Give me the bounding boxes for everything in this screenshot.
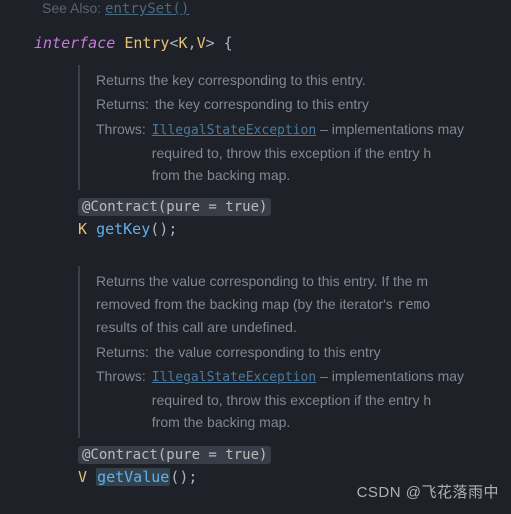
- code-editor: See Also: entrySet() interface Entry<K,V…: [0, 0, 511, 486]
- returns-text: the value corresponding to this entry: [155, 341, 511, 363]
- returns-label: Returns:: [96, 341, 149, 363]
- generic-open: <: [169, 34, 178, 52]
- javadoc-getvalue: Returns the value corresponding to this …: [78, 266, 511, 437]
- contract-annotation: @Contract(pure = true): [78, 446, 271, 464]
- method-name[interactable]: getKey: [96, 220, 150, 238]
- open-brace: {: [224, 34, 233, 52]
- doc-returns: Returns: the key corresponding to this e…: [96, 93, 511, 115]
- see-also-link[interactable]: entrySet(): [105, 1, 189, 17]
- type-param-k: K: [179, 34, 188, 52]
- parens: (): [170, 468, 188, 486]
- return-type: V: [78, 468, 87, 486]
- see-also-line: See Also: entrySet(): [22, 0, 511, 25]
- see-also-label: See Also:: [42, 0, 101, 16]
- annotation-line: @Contract(pure = true): [78, 198, 511, 216]
- throws-text: required to, throw this exception if the…: [152, 392, 431, 408]
- watermark: CSDN @飞花落雨中: [357, 481, 499, 502]
- spacer: [22, 238, 511, 258]
- inline-code: remo: [397, 297, 431, 313]
- semicolon: ;: [168, 220, 177, 238]
- doc-throws: Throws: IllegalStateException – implemen…: [96, 365, 511, 434]
- doc-text: removed from the backing map (by the ite…: [96, 296, 397, 312]
- method-name[interactable]: getValue: [96, 468, 170, 486]
- keyword-interface: interface: [34, 34, 115, 52]
- parens: (): [150, 220, 168, 238]
- javadoc-getkey: Returns the key corresponding to this en…: [78, 65, 511, 190]
- comma: ,: [188, 34, 197, 52]
- doc-throws: Throws: IllegalStateException – implemen…: [96, 118, 511, 187]
- throws-text: from the backing map.: [152, 414, 291, 430]
- doc-summary: removed from the backing map (by the ite…: [96, 293, 511, 316]
- generic-close: >: [206, 34, 215, 52]
- method-getkey: K getKey();: [78, 220, 511, 238]
- exception-link[interactable]: IllegalStateException: [152, 123, 316, 138]
- throws-text: – implementations may: [316, 368, 464, 384]
- throws-label: Throws:: [96, 118, 146, 140]
- throws-value: IllegalStateException – implementations …: [152, 118, 511, 187]
- doc-summary: Returns the key corresponding to this en…: [96, 69, 511, 91]
- annotation-line: @Contract(pure = true): [78, 446, 511, 464]
- doc-summary: Returns the value corresponding to this …: [96, 270, 511, 292]
- type-entry: Entry: [124, 34, 169, 52]
- type-param-v: V: [197, 34, 206, 52]
- throws-label: Throws:: [96, 365, 146, 387]
- throws-text: required to, throw this exception if the…: [152, 145, 431, 161]
- contract-annotation: @Contract(pure = true): [78, 198, 271, 216]
- returns-text: the key corresponding to this entry: [155, 93, 511, 115]
- interface-declaration: interface Entry<K,V> {: [22, 29, 511, 57]
- doc-summary: results of this call are undefined.: [96, 316, 511, 338]
- semicolon: ;: [188, 468, 197, 486]
- exception-link[interactable]: IllegalStateException: [152, 370, 316, 385]
- return-type: K: [78, 220, 87, 238]
- doc-returns: Returns: the value corresponding to this…: [96, 341, 511, 363]
- returns-label: Returns:: [96, 93, 149, 115]
- throws-value: IllegalStateException – implementations …: [152, 365, 511, 434]
- throws-text: – implementations may: [316, 121, 464, 137]
- throws-text: from the backing map.: [152, 167, 291, 183]
